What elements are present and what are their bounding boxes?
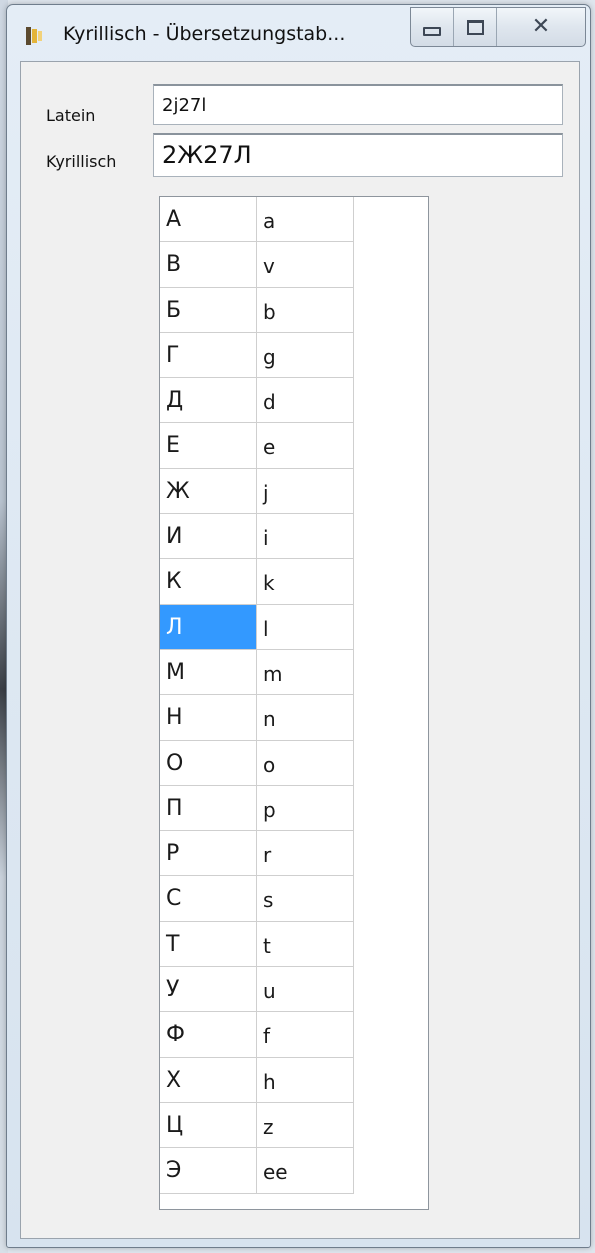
cyrillic-label: Kyrillisch (46, 152, 117, 171)
table-row[interactable]: Аa (160, 197, 428, 243)
latin-cell[interactable]: t (257, 921, 354, 968)
cyrillic-cell[interactable]: И (160, 514, 257, 560)
table-row[interactable]: Гg (160, 332, 428, 379)
title-bar[interactable]: Kyrillisch - Übersetzungstab... ✕ (7, 5, 590, 61)
cyrillic-cell[interactable]: Р (160, 831, 257, 877)
cyrillic-cell[interactable]: К (160, 559, 257, 605)
latin-cell[interactable]: p (257, 785, 354, 832)
cyrillic-cell[interactable]: М (160, 649, 257, 696)
app-icon (26, 27, 42, 45)
cyrillic-cell[interactable]: Г (160, 332, 257, 379)
table-row[interactable]: Фf (160, 1012, 428, 1058)
latin-cell[interactable]: u (257, 967, 354, 1013)
cyrillic-cell[interactable]: Б (160, 287, 257, 333)
latin-cell[interactable]: z (257, 1102, 354, 1149)
latin-cell[interactable]: a (257, 197, 354, 243)
maximize-button[interactable] (454, 8, 497, 46)
client-area: Latein Kyrillisch АaВvБbГgДdЕeЖjИiКkЛlМm… (20, 61, 580, 1239)
cyrillic-cell[interactable]: Э (160, 1148, 257, 1194)
cyrillic-input[interactable] (153, 133, 563, 177)
cyrillic-cell[interactable]: Ф (160, 1012, 257, 1058)
latin-cell[interactable]: l (257, 604, 354, 650)
minimize-button[interactable] (411, 8, 454, 46)
table-row[interactable]: Эee (160, 1148, 428, 1194)
latin-cell[interactable]: j (257, 468, 354, 515)
table-row[interactable]: Кk (160, 559, 428, 605)
window-title: Kyrillisch - Übersetzungstab... (63, 23, 346, 45)
cyrillic-cell[interactable]: Д (160, 378, 257, 424)
cyrillic-cell[interactable]: У (160, 967, 257, 1013)
cyrillic-cell[interactable]: А (160, 197, 257, 243)
caption-buttons: ✕ (410, 7, 586, 47)
latin-cell[interactable]: ee (257, 1148, 354, 1194)
latin-cell[interactable]: v (257, 242, 354, 288)
table-row[interactable]: Нn (160, 695, 428, 741)
table-row[interactable]: Оo (160, 740, 428, 786)
cyrillic-cell[interactable]: П (160, 785, 257, 832)
table-row[interactable]: Бb (160, 287, 428, 333)
table-row[interactable]: Уu (160, 967, 428, 1013)
translation-table[interactable]: АaВvБbГgДdЕeЖjИiКkЛlМmНnОoПpРrСsТtУuФfХh… (159, 196, 429, 1210)
table-row[interactable]: Рr (160, 831, 428, 877)
table-row[interactable]: Иi (160, 514, 428, 560)
latin-cell[interactable]: o (257, 740, 354, 786)
latin-cell[interactable]: r (257, 831, 354, 877)
latin-cell[interactable]: s (257, 876, 354, 922)
latin-cell[interactable]: h (257, 1057, 354, 1103)
table-row[interactable]: Тt (160, 921, 428, 968)
close-button[interactable]: ✕ (497, 8, 585, 46)
cyrillic-cell[interactable]: Ж (160, 468, 257, 515)
app-window: Kyrillisch - Übersetzungstab... ✕ Latein… (6, 4, 591, 1248)
latin-cell[interactable]: d (257, 378, 354, 424)
table-row[interactable]: Вv (160, 242, 428, 288)
cyrillic-cell[interactable]: Л (160, 604, 257, 650)
cyrillic-cell[interactable]: С (160, 876, 257, 922)
table-row[interactable]: Сs (160, 876, 428, 922)
latin-cell[interactable]: k (257, 559, 354, 605)
latin-cell[interactable]: n (257, 695, 354, 741)
table-row[interactable]: Хh (160, 1057, 428, 1103)
table-row[interactable]: Еe (160, 423, 428, 469)
cyrillic-cell[interactable]: Е (160, 423, 257, 469)
table-row[interactable]: Лl (160, 604, 428, 650)
close-icon: ✕ (531, 14, 551, 39)
latin-cell[interactable]: i (257, 514, 354, 560)
latin-label: Latein (46, 106, 96, 125)
cyrillic-cell[interactable]: Х (160, 1057, 257, 1103)
maximize-icon (466, 19, 484, 35)
latin-cell[interactable]: f (257, 1012, 354, 1058)
latin-cell[interactable]: b (257, 287, 354, 333)
table-row[interactable]: Цz (160, 1102, 428, 1149)
latin-cell[interactable]: m (257, 649, 354, 696)
cyrillic-cell[interactable]: О (160, 740, 257, 786)
table-row[interactable]: Пp (160, 785, 428, 832)
cyrillic-cell[interactable]: Ц (160, 1102, 257, 1149)
table-row[interactable]: Дd (160, 378, 428, 424)
table-row[interactable]: Жj (160, 468, 428, 515)
cyrillic-cell[interactable]: В (160, 242, 257, 288)
latin-cell[interactable]: g (257, 332, 354, 379)
cyrillic-cell[interactable]: Н (160, 695, 257, 741)
table-row[interactable]: Мm (160, 649, 428, 696)
latin-input[interactable] (153, 84, 563, 125)
latin-cell[interactable]: e (257, 423, 354, 469)
minimize-icon (423, 26, 441, 36)
cyrillic-cell[interactable]: Т (160, 921, 257, 968)
